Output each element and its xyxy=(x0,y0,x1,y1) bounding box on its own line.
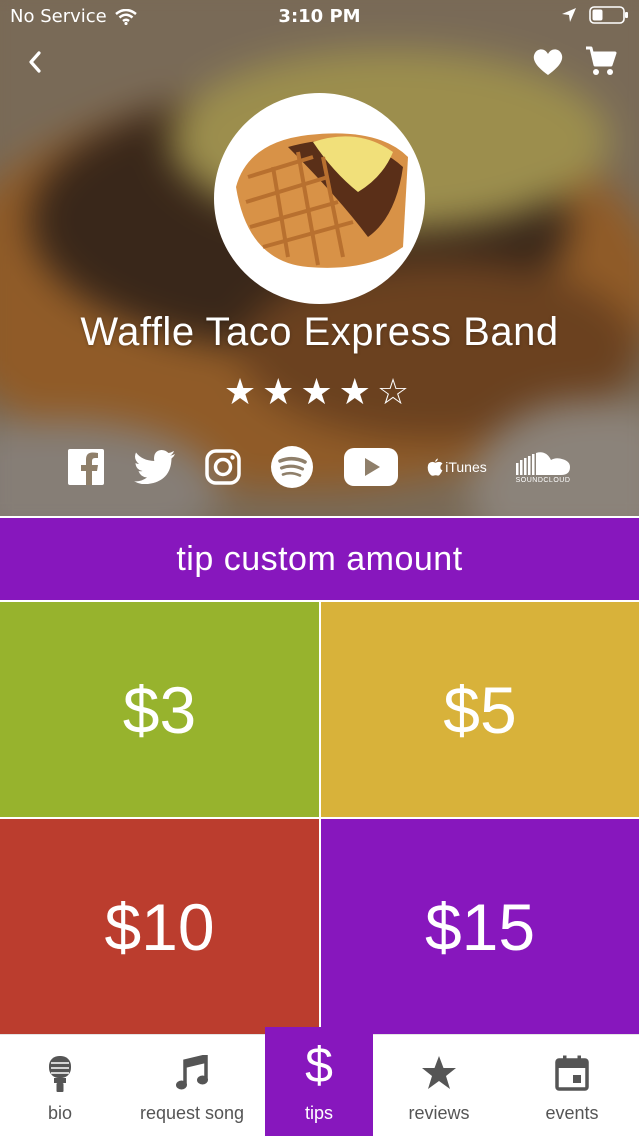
tab-label: events xyxy=(545,1103,599,1123)
facebook-icon[interactable] xyxy=(66,444,106,490)
tab-label: request song xyxy=(139,1103,245,1123)
calendar-icon xyxy=(555,1055,589,1091)
social-links: iTunes SOUNDCLOUD xyxy=(0,444,639,490)
tip-custom-amount-button[interactable]: tip custom amount xyxy=(0,518,639,600)
music-note-icon xyxy=(176,1055,208,1090)
band-avatar xyxy=(214,93,425,304)
band-name: Waffle Taco Express Band xyxy=(80,310,559,354)
tab-request-song[interactable]: request song xyxy=(128,1035,256,1136)
tab-label: reviews xyxy=(408,1103,470,1123)
status-time: 3:10 PM xyxy=(278,6,361,27)
tab-label: tips xyxy=(304,1103,333,1123)
tip-3-button[interactable]: $3 xyxy=(0,602,319,817)
tip-amount-label: $15 xyxy=(424,889,536,964)
instagram-icon[interactable] xyxy=(202,444,244,490)
twitter-icon[interactable] xyxy=(132,444,178,490)
tip-5-button[interactable]: $5 xyxy=(321,602,639,817)
youtube-icon[interactable] xyxy=(342,444,400,490)
apple-logo-icon xyxy=(427,458,443,476)
band-header: No Service 3:10 PM Waffle Taco Express B… xyxy=(0,0,639,516)
chevron-left-icon[interactable] xyxy=(20,46,52,78)
tab-label: bio xyxy=(47,1103,73,1123)
tab-bio[interactable]: bio xyxy=(0,1035,120,1136)
soundcloud-icon[interactable]: SOUNDCLOUD xyxy=(510,444,576,490)
tab-tips[interactable]: $ tips xyxy=(265,1027,373,1136)
rating-stars: ★★★★☆ xyxy=(223,372,416,413)
bottom-tab-bar: bio request song $ tips reviews events xyxy=(0,1027,639,1136)
battery-icon xyxy=(589,6,628,24)
cart-icon[interactable] xyxy=(584,44,618,78)
tab-events[interactable]: events xyxy=(510,1035,634,1136)
itunes-icon[interactable]: iTunes xyxy=(424,444,490,490)
tab-reviews[interactable]: reviews xyxy=(380,1035,498,1136)
spotify-icon[interactable] xyxy=(268,444,316,490)
dollar-icon: $ xyxy=(305,1037,333,1093)
microphone-icon xyxy=(49,1056,71,1092)
soundcloud-label: SOUNDCLOUD xyxy=(515,476,571,484)
waffle-taco-image xyxy=(218,97,421,300)
tip-custom-amount-label: tip custom amount xyxy=(176,539,463,578)
tip-amount-label: $3 xyxy=(122,672,197,747)
tip-10-button[interactable]: $10 xyxy=(0,819,319,1034)
itunes-label: iTunes xyxy=(445,459,487,475)
tip-amount-label: $10 xyxy=(104,889,215,964)
star-icon xyxy=(422,1056,456,1089)
tip-15-button[interactable]: $15 xyxy=(321,819,639,1034)
location-arrow-icon xyxy=(562,8,576,22)
tip-amount-label: $5 xyxy=(443,672,517,747)
heart-icon[interactable] xyxy=(531,46,565,78)
soundcloud-cloud-icon xyxy=(516,451,570,475)
status-bar: No Service 3:10 PM xyxy=(0,0,639,34)
